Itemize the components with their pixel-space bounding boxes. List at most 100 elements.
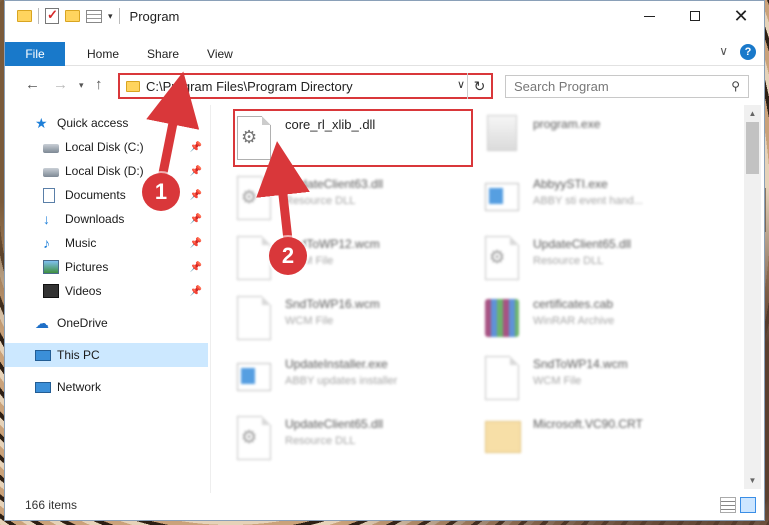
new-folder-icon[interactable]: [65, 10, 80, 22]
file-tile[interactable]: ⚙ UpdateClient65.dll Resource DLL: [463, 231, 713, 289]
folder-icon: [126, 80, 140, 92]
sidebar-item-label: This PC: [57, 348, 100, 362]
sidebar-item-local-disk-c[interactable]: Local Disk (C:) 📌: [5, 135, 208, 159]
search-input[interactable]: Search Program: [514, 79, 609, 94]
tab-home[interactable]: Home: [73, 47, 133, 61]
customize-toolbar-icon[interactable]: [86, 9, 102, 23]
file-name: program.exe: [533, 117, 601, 131]
file-type: ABBY updates installer: [285, 375, 398, 387]
file-tile[interactable]: SndToWP12.wcm WCM File: [215, 231, 465, 289]
pane-divider: [210, 105, 211, 493]
ribbon-tabs: File Home Share View ∨ ?: [5, 41, 764, 66]
window-title: Program: [129, 8, 180, 24]
exe-file-icon: [481, 113, 525, 165]
file-tile[interactable]: SndToWP14.wcm WCM File: [463, 351, 713, 409]
pin-icon[interactable]: 📌: [190, 262, 202, 273]
maximize-button[interactable]: [672, 1, 718, 31]
scroll-thumb[interactable]: [746, 122, 759, 174]
minimize-button[interactable]: [626, 1, 672, 31]
step-1-badge: 1: [142, 173, 180, 211]
file-type: WCM File: [533, 375, 582, 387]
forward-arrow-icon[interactable]: →: [53, 76, 68, 93]
file-tile[interactable]: ⚙ UpdateClient65.dll Resource DLL: [215, 411, 465, 469]
properties-check-icon[interactable]: [45, 7, 59, 24]
pin-icon[interactable]: 📌: [190, 214, 202, 225]
sidebar-item-this-pc[interactable]: This PC: [5, 343, 208, 367]
tab-file[interactable]: File: [5, 41, 65, 66]
scroll-down-icon[interactable]: ▼: [744, 472, 761, 489]
file-tile[interactable]: SndToWP16.wcm WCM File: [215, 291, 465, 349]
file-name: UpdateClient63.dll: [285, 177, 384, 191]
dropdown-arrow-icon[interactable]: ▾: [108, 11, 113, 22]
file-tile-core-rl-xlib[interactable]: ⚙ core_rl_xlib_.dll: [215, 111, 465, 169]
file-tile[interactable]: AbbyySTI.exe ABBY sti event hand...: [463, 171, 713, 229]
sidebar-item-label: Videos: [65, 284, 102, 298]
up-arrow-icon[interactable]: ↑: [95, 76, 103, 93]
sidebar-item-label: Music: [65, 236, 97, 250]
pin-icon[interactable]: 📌: [190, 286, 202, 297]
drive-icon: [43, 144, 59, 153]
address-path[interactable]: C:\Program Files\Program Directory: [146, 79, 353, 94]
file-type: Resource DLL: [285, 195, 356, 207]
tab-view[interactable]: View: [193, 47, 247, 61]
help-icon[interactable]: ?: [740, 44, 756, 60]
scroll-up-icon[interactable]: ▲: [744, 105, 761, 122]
sidebar-item-videos[interactable]: Videos 📌: [5, 279, 208, 303]
view-toggle: [720, 497, 756, 513]
folder-icon: [481, 413, 525, 465]
videos-icon: [43, 284, 59, 298]
recent-dropdown-icon[interactable]: ▾: [79, 80, 84, 91]
back-arrow-icon[interactable]: ←: [25, 76, 40, 93]
file-tile[interactable]: ⚙ UpdateClient63.dll Resource DLL: [215, 171, 465, 229]
dll-file-icon: ⚙: [233, 113, 277, 165]
sidebar-item-pictures[interactable]: Pictures 📌: [5, 255, 208, 279]
pin-icon[interactable]: 📌: [190, 238, 202, 249]
sidebar-item-label: Local Disk (C:): [65, 140, 144, 154]
address-bar[interactable]: C:\Program Files\Program Directory ∨ ↻: [118, 73, 493, 99]
sidebar-item-network[interactable]: Network: [5, 375, 208, 399]
sidebar-item-downloads[interactable]: ↓ Downloads 📌: [5, 207, 208, 231]
file-name: UpdateClient65.dll: [285, 417, 384, 431]
file-name: UpdateClient65.dll: [533, 237, 632, 251]
navigation-pane: ★ Quick access Local Disk (C:) 📌 Local D…: [5, 109, 208, 489]
sidebar-item-quick-access[interactable]: ★ Quick access: [5, 111, 208, 135]
sidebar-item-onedrive[interactable]: ☁ OneDrive: [5, 311, 208, 335]
chevron-down-icon[interactable]: ∨: [457, 78, 465, 91]
cloud-icon: ☁: [35, 315, 49, 331]
file-name: SndToWP14.wcm: [533, 357, 628, 371]
toolbar-divider: [118, 8, 120, 24]
pin-icon[interactable]: 📌: [190, 142, 202, 153]
file-name: certificates.cab: [533, 297, 614, 311]
maximize-icon: [690, 11, 700, 21]
search-box[interactable]: Search Program ⚲: [505, 75, 749, 98]
details-view-icon[interactable]: [720, 497, 736, 513]
tab-share[interactable]: Share: [133, 47, 193, 61]
computer-icon: [35, 349, 51, 361]
vertical-scrollbar[interactable]: ▲ ▼: [744, 105, 761, 489]
file-list: ⚙ core_rl_xlib_.dll program.exe ⚙ Update…: [213, 105, 743, 489]
sidebar-item-local-disk-d[interactable]: Local Disk (D:) 📌: [5, 159, 208, 183]
file-tile[interactable]: UpdateInstaller.exe ABBY updates install…: [215, 351, 465, 409]
file-tile[interactable]: Microsoft.VC90.CRT: [463, 411, 713, 469]
file-type: WCM File: [285, 315, 334, 327]
minimize-icon: [643, 15, 655, 17]
refresh-button[interactable]: ↻: [467, 73, 491, 99]
file-type: WinRAR Archive: [533, 315, 615, 327]
file-name: AbbyySTI.exe: [533, 177, 608, 191]
dll-file-icon: ⚙: [233, 173, 277, 225]
pin-icon[interactable]: 📌: [190, 190, 202, 201]
file-tile-program-exe[interactable]: program.exe: [463, 111, 713, 169]
sidebar-item-music[interactable]: ♪ Music 📌: [5, 231, 208, 255]
file-name: Microsoft.VC90.CRT: [533, 417, 643, 431]
file-type: Resource DLL: [533, 255, 604, 267]
file-explorer-window: ▾ Program ✕ File Home Share View ∨ ? ← →…: [4, 0, 765, 521]
pin-icon[interactable]: 📌: [190, 166, 202, 177]
expand-ribbon-icon[interactable]: ∨: [719, 44, 728, 60]
close-button[interactable]: ✕: [718, 1, 764, 31]
tiles-view-icon[interactable]: [740, 497, 756, 513]
item-count: 166 items: [25, 498, 78, 512]
file-type: Resource DLL: [285, 435, 356, 447]
sidebar-item-label: Documents: [65, 188, 126, 202]
search-icon[interactable]: ⚲: [731, 79, 740, 93]
file-tile[interactable]: certificates.cab WinRAR Archive: [463, 291, 713, 349]
